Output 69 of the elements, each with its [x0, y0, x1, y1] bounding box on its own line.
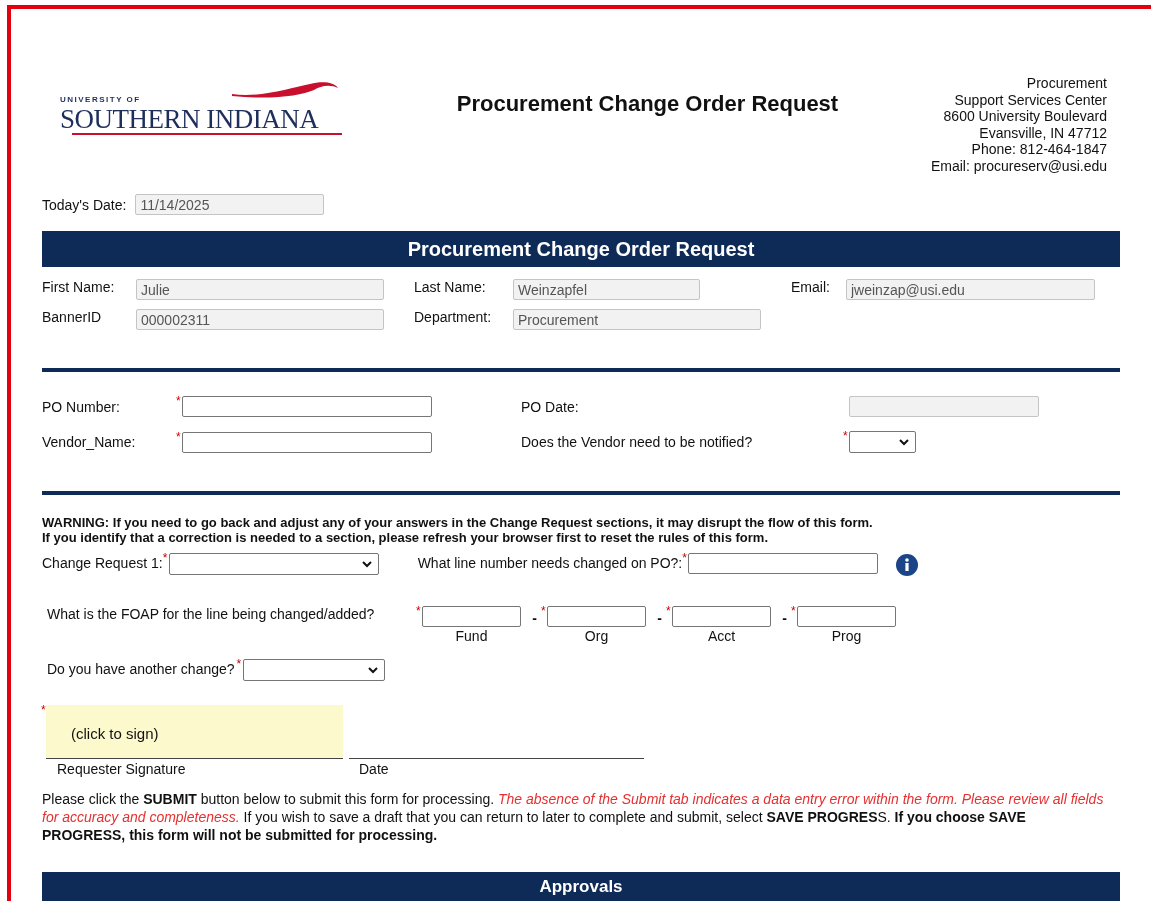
input-field[interactable]	[182, 396, 432, 417]
warning-text: If you identify that a correction is needed to a section, please refresh your browser first to reset the rules of this form.	[42, 530, 769, 545]
required-mark: *	[682, 553, 688, 563]
required-mark: *	[162, 553, 169, 563]
address-line: 8600 University Boulevard	[942, 108, 1107, 125]
input-field[interactable]	[688, 553, 879, 574]
input-field[interactable]	[422, 606, 521, 627]
field-label: Email:	[791, 279, 831, 295]
field-label: What line number needs changed on PO?:	[417, 555, 683, 571]
chevron-icon	[367, 666, 378, 674]
field-label: First Name:	[42, 279, 116, 295]
field-caption: Fund	[454, 628, 489, 644]
required-mark: *	[541, 606, 547, 620]
input-field[interactable]: jweinzap@usi.edu	[846, 279, 1095, 300]
logo-text: SOUTHERN INDIANA	[60, 105, 319, 133]
field-label: Does the Vendor need to be notified?	[521, 434, 754, 450]
field-caption: Acct	[706, 628, 737, 644]
input-field[interactable]	[797, 606, 896, 627]
field-caption: Requester Signature	[57, 761, 186, 777]
input-field[interactable]: Weinzapfel	[513, 279, 700, 300]
field-label: Department:	[414, 309, 493, 325]
required-mark: *	[791, 606, 797, 620]
required-mark: *	[843, 431, 849, 441]
required-mark: *	[236, 659, 243, 669]
field-label: PO Number:	[42, 398, 121, 415]
address-line: Evansville, IN 47712	[978, 124, 1107, 141]
page-title: Procurement Change Order Request	[455, 90, 840, 117]
input-field[interactable]	[182, 431, 432, 453]
dropdown[interactable]	[849, 431, 916, 453]
field-caption: Prog	[830, 628, 863, 644]
warning-text: WARNING: If you need to go back and adjust any of your answers in the Change Request sections, it may disrupt the flow of this form.	[42, 515, 874, 530]
input-field[interactable]: Julie	[136, 279, 384, 300]
address-line: Email: procureserv@usi.edu	[930, 157, 1107, 174]
field-label: What is the FOAP for the line being changed/added?	[47, 606, 376, 622]
field-caption: Org	[583, 628, 610, 644]
address-line: Phone: 812-464-1847	[970, 141, 1107, 158]
chevron-icon	[899, 438, 909, 446]
info-icon	[896, 554, 919, 576]
dropdown[interactable]	[242, 659, 385, 681]
required-mark: *	[416, 606, 422, 620]
address-line: Procurement	[1025, 75, 1107, 92]
field-label: PO Date:	[521, 398, 580, 415]
signature-box[interactable]: (click to sign)	[46, 705, 343, 759]
field-label: Today's Date:	[42, 196, 127, 213]
address-line: Support Services Center	[953, 91, 1107, 108]
separator: -	[656, 609, 663, 626]
dropdown[interactable]	[168, 553, 379, 575]
section-banner: Procurement Change Order Request	[42, 231, 1120, 267]
separator: -	[531, 609, 538, 626]
field-label: Last Name:	[414, 279, 487, 295]
logo-text: UNIVERSITY OF	[60, 95, 141, 104]
separator: -	[781, 609, 788, 626]
section-banner: Approvals	[42, 872, 1120, 901]
input-field[interactable]	[672, 606, 771, 627]
field-label: Do you have another change?	[47, 660, 235, 677]
required-mark: *	[176, 396, 182, 406]
input-field[interactable]: Procurement	[513, 309, 761, 330]
field-label: BannerID	[42, 309, 103, 325]
input-field[interactable]: 000002311	[136, 309, 384, 330]
instructions-text: Please click the SUBMIT button below to submit this form for processing. The absence of the Submit tab indicates a data entry error within the form. Please review all fields for accuracy and completeness. If you wish to save a draft that you can return to later to complete and submit, select SAVE PROGRESS. If you choose SAVE PROGRESS, this form will not be submitted for processing.	[42, 790, 1105, 844]
field-label: Change Request 1:	[42, 554, 163, 571]
input-field[interactable]: 11/14/2025	[135, 194, 325, 215]
required-mark: *	[176, 431, 182, 442]
required-mark: *	[666, 606, 672, 620]
required-mark: *	[41, 705, 47, 715]
input-field[interactable]	[547, 606, 646, 627]
field-label: Vendor_Name:	[42, 434, 137, 450]
chevron-icon	[361, 560, 372, 568]
field-caption: Date	[359, 761, 389, 777]
